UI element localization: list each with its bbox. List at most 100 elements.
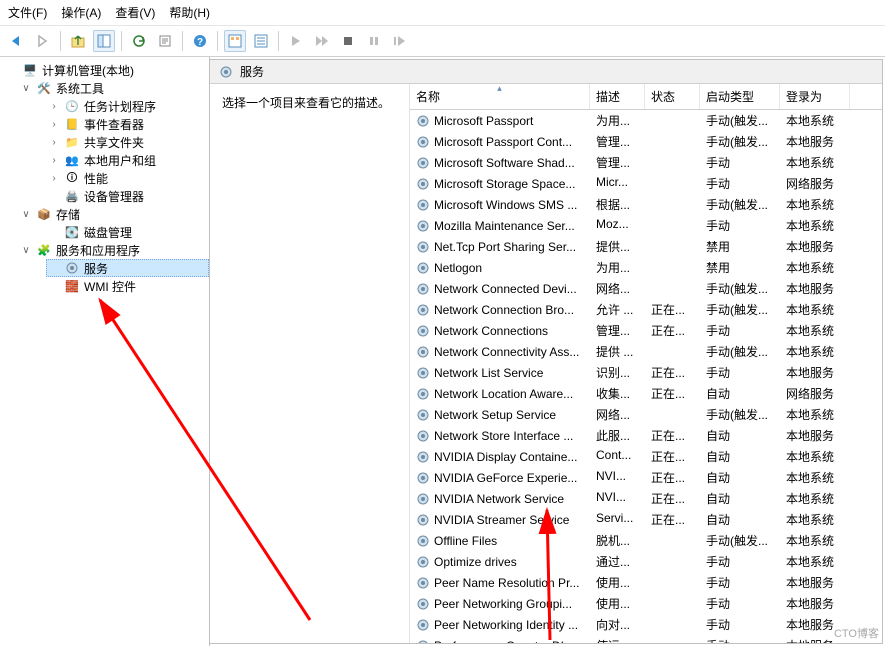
view-large-icons-button[interactable] xyxy=(224,30,246,52)
service-row[interactable]: Network Connected Devi...网络...手动(触发...本地… xyxy=(410,278,882,299)
service-row[interactable]: Network Location Aware...收集...正在...自动网络服… xyxy=(410,383,882,404)
expand-icon[interactable]: › xyxy=(48,119,60,130)
service-row[interactable]: Microsoft Windows SMS ...根据...手动(触发...本地… xyxy=(410,194,882,215)
service-row[interactable]: NVIDIA Display Containe...Cont...正在...自动… xyxy=(410,446,882,467)
service-name: Microsoft Windows SMS ... xyxy=(434,198,577,212)
service-row[interactable]: Network Connection Bro...允许 ...正在...手动(触… xyxy=(410,299,882,320)
storage-icon: 📦 xyxy=(36,206,52,222)
gear-icon xyxy=(416,534,430,548)
service-row[interactable]: Network Connections管理...正在...手动本地系统 xyxy=(410,320,882,341)
service-name: Network Connections xyxy=(434,324,548,338)
service-startup: 手动(触发... xyxy=(700,299,780,320)
gear-icon xyxy=(416,366,430,380)
play-button[interactable] xyxy=(285,30,307,52)
service-logon: 本地服务 xyxy=(780,236,850,257)
expand-icon[interactable]: › xyxy=(48,101,60,112)
result-pane: 服务 选择一个项目来查看它的描述。 ▴ 名称 描述 状态 启动类型 登录为 Mi… xyxy=(210,59,883,644)
service-startup: 手动 xyxy=(700,320,780,341)
service-desc: Servi... xyxy=(590,509,645,530)
service-startup: 手动 xyxy=(700,572,780,593)
tree-shared-folders[interactable]: › 📁 共享文件夹 xyxy=(46,133,209,151)
tree-disk-mgmt[interactable]: 💽 磁盘管理 xyxy=(46,223,209,241)
tree-storage[interactable]: ∨ 📦 存储 xyxy=(18,205,209,223)
expand-icon[interactable]: ∨ xyxy=(20,83,32,94)
column-header-name[interactable]: ▴ 名称 xyxy=(410,84,590,109)
service-name: Microsoft Passport Cont... xyxy=(434,135,572,149)
service-startup: 手动 xyxy=(700,551,780,572)
service-row[interactable]: Network Store Interface ...此服...正在...自动本… xyxy=(410,425,882,446)
service-logon: 本地系统 xyxy=(780,341,850,362)
expand-icon[interactable]: › xyxy=(48,173,60,184)
service-row[interactable]: NVIDIA GeForce Experie...NVI...正在...自动本地… xyxy=(410,467,882,488)
column-header-logon[interactable]: 登录为 xyxy=(780,84,850,109)
service-row[interactable]: Microsoft Software Shad...管理...手动本地系统 xyxy=(410,152,882,173)
service-startup: 手动 xyxy=(700,614,780,635)
service-row[interactable]: Microsoft Passport Cont...管理...手动(触发...本… xyxy=(410,131,882,152)
services-list[interactable]: Microsoft Passport为用...手动(触发...本地系统Micro… xyxy=(410,110,882,643)
menu-help[interactable]: 帮助(H) xyxy=(169,4,210,21)
service-row[interactable]: Network Setup Service网络...手动(触发...本地系统 xyxy=(410,404,882,425)
nav-forward-button[interactable] xyxy=(32,30,54,52)
tree-system-tools[interactable]: ∨ 🛠️ 系统工具 xyxy=(18,79,209,97)
play-all-button[interactable] xyxy=(311,30,333,52)
tree-performance[interactable]: › 🛈 性能 xyxy=(46,169,209,187)
service-row[interactable]: NVIDIA Streamer ServiceServi...正在...自动本地… xyxy=(410,509,882,530)
pause-button[interactable] xyxy=(363,30,385,52)
menu-bar: 文件(F) 操作(A) 查看(V) 帮助(H) xyxy=(0,0,885,26)
expand-icon[interactable]: ∨ xyxy=(20,209,32,220)
service-row[interactable]: Network Connectivity Ass...提供 ...手动(触发..… xyxy=(410,341,882,362)
service-row[interactable]: NVIDIA Network ServiceNVI...正在...自动本地系统 xyxy=(410,488,882,509)
export-list-button[interactable] xyxy=(154,30,176,52)
tree-local-users[interactable]: › 👥 本地用户和组 xyxy=(46,151,209,169)
nav-back-button[interactable] xyxy=(6,30,28,52)
book-icon: 📒 xyxy=(64,116,80,132)
refresh-button[interactable] xyxy=(128,30,150,52)
service-status xyxy=(645,404,700,425)
service-row[interactable]: Network List Service识别...正在...手动本地服务 xyxy=(410,362,882,383)
service-name: NVIDIA Display Containe... xyxy=(434,450,577,464)
expand-icon[interactable]: › xyxy=(48,155,60,166)
menu-action[interactable]: 操作(A) xyxy=(61,4,101,21)
service-name: Microsoft Storage Space... xyxy=(434,177,575,191)
column-header-status[interactable]: 状态 xyxy=(645,84,700,109)
stop-button[interactable] xyxy=(337,30,359,52)
service-status: 正在... xyxy=(645,446,700,467)
column-header-desc[interactable]: 描述 xyxy=(590,84,645,109)
service-row[interactable]: Net.Tcp Port Sharing Ser...提供...禁用本地服务 xyxy=(410,236,882,257)
restart-button[interactable] xyxy=(389,30,411,52)
menu-file[interactable]: 文件(F) xyxy=(8,4,47,21)
console-tree[interactable]: 🖥️ 计算机管理(本地) ∨ 🛠️ 系统工具 › 🕒 任务计划程序 › 📒 事件… xyxy=(0,57,210,646)
menu-view[interactable]: 查看(V) xyxy=(115,4,155,21)
tree-services[interactable]: 服务 xyxy=(46,259,209,277)
service-logon: 本地服务 xyxy=(780,425,850,446)
tree-root[interactable]: 🖥️ 计算机管理(本地) xyxy=(4,61,209,79)
expand-icon[interactable]: ∨ xyxy=(20,245,32,256)
service-row[interactable]: Peer Networking Identity ...向对...手动本地服务 xyxy=(410,614,882,635)
service-row[interactable]: Performance Counter DL...使远...手动本地服务 xyxy=(410,635,882,643)
service-status: 正在... xyxy=(645,362,700,383)
service-row[interactable]: Microsoft Passport为用...手动(触发...本地系统 xyxy=(410,110,882,131)
tree-event-viewer[interactable]: › 📒 事件查看器 xyxy=(46,115,209,133)
tree-task-scheduler[interactable]: › 🕒 任务计划程序 xyxy=(46,97,209,115)
service-row[interactable]: Peer Networking Groupi...使用...手动本地服务 xyxy=(410,593,882,614)
service-row[interactable]: Netlogon为用...禁用本地系统 xyxy=(410,257,882,278)
up-level-button[interactable] xyxy=(67,30,89,52)
service-row[interactable]: Peer Name Resolution Pr...使用...手动本地服务 xyxy=(410,572,882,593)
tree-wmi[interactable]: 🧱 WMI 控件 xyxy=(46,277,209,295)
tree-services-apps[interactable]: ∨ 🧩 服务和应用程序 xyxy=(18,241,209,259)
service-status: 正在... xyxy=(645,509,700,530)
tree-device-manager[interactable]: 🖨️ 设备管理器 xyxy=(46,187,209,205)
tree-system-tools-label: 系统工具 xyxy=(56,80,104,97)
service-row[interactable]: Microsoft Storage Space...Micr...手动网络服务 xyxy=(410,173,882,194)
help-button[interactable]: ? xyxy=(189,30,211,52)
expand-icon[interactable]: › xyxy=(48,137,60,148)
column-header-startup[interactable]: 启动类型 xyxy=(700,84,780,109)
service-startup: 手动 xyxy=(700,362,780,383)
service-logon: 本地系统 xyxy=(780,446,850,467)
gear-icon xyxy=(416,219,430,233)
view-details-button[interactable] xyxy=(250,30,272,52)
service-row[interactable]: Offline Files脱机...手动(触发...本地系统 xyxy=(410,530,882,551)
show-hide-tree-button[interactable] xyxy=(93,30,115,52)
service-row[interactable]: Optimize drives通过...手动本地系统 xyxy=(410,551,882,572)
service-row[interactable]: Mozilla Maintenance Ser...Moz...手动本地系统 xyxy=(410,215,882,236)
